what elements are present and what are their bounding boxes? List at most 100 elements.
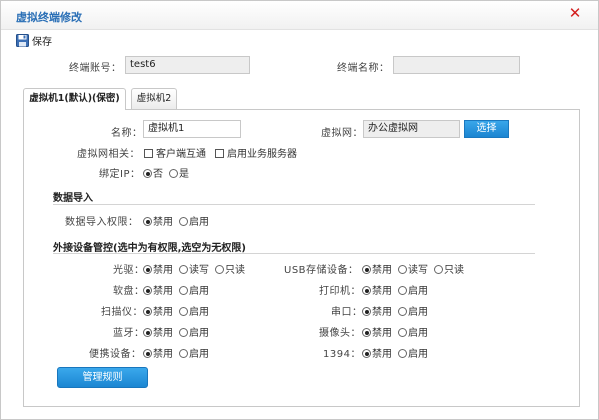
manage-rules-button[interactable]: 管理规则 (57, 367, 148, 388)
disable-label: 禁用 (153, 217, 173, 228)
save-label: 保存 (32, 37, 52, 48)
radio-dot (398, 265, 407, 274)
enable-label: 启用 (189, 349, 209, 360)
radio-dot (179, 217, 188, 226)
vm-name-field[interactable]: 虚拟机1 (143, 120, 241, 138)
bind-ip-no-label: 否 (153, 169, 163, 180)
radio-dot (398, 349, 407, 358)
business-server-label: 启用业务服务器 (227, 149, 297, 160)
toolbar: 保存 (1, 31, 598, 51)
radio-dot (179, 286, 188, 295)
bluetooth-enable-radio[interactable]: 启用 (179, 324, 209, 339)
disable-label: 禁用 (153, 349, 173, 360)
enable-label: 启用 (189, 286, 209, 297)
scanner-label: 扫描仪： (101, 307, 143, 318)
optical-readwrite-radio[interactable]: 读写 (179, 261, 209, 276)
camera-label: 摄像头： (319, 328, 361, 339)
data-import-perm-label: 数据导入权限： (65, 217, 139, 228)
radio-dot (143, 217, 152, 226)
radio-dot (143, 328, 152, 337)
disable-label: 禁用 (153, 265, 173, 276)
radio-dot (362, 349, 371, 358)
printer-label: 打印机： (319, 286, 361, 297)
camera-enable-radio[interactable]: 启用 (398, 324, 428, 339)
portable-enable-radio[interactable]: 启用 (179, 345, 209, 360)
radio-dot (179, 307, 188, 316)
scanner-disable-radio[interactable]: 禁用 (143, 303, 173, 318)
radio-dot (179, 328, 188, 337)
radio-dot (215, 265, 224, 274)
radio-dot (434, 265, 443, 274)
radio-dot (362, 286, 371, 295)
readonly-label: 只读 (225, 265, 245, 276)
divider (53, 204, 535, 205)
disable-label: 禁用 (372, 328, 392, 339)
usb-readonly-radio[interactable]: 只读 (434, 261, 464, 276)
readwrite-label: 读写 (408, 265, 428, 276)
serial-disable-radio[interactable]: 禁用 (362, 303, 392, 318)
business-server-checkbox[interactable]: 启用业务服务器 (215, 145, 297, 160)
bind-ip-label: 绑定IP： (99, 169, 141, 180)
bluetooth-disable-radio[interactable]: 禁用 (143, 324, 173, 339)
usb-readwrite-radio[interactable]: 读写 (398, 261, 428, 276)
floppy-disable-radio[interactable]: 禁用 (143, 282, 173, 297)
usb-disable-radio[interactable]: 禁用 (362, 261, 392, 276)
close-icon[interactable]: ✕ (566, 4, 584, 22)
optical-disable-radio[interactable]: 禁用 (143, 261, 173, 276)
radio-dot (398, 286, 407, 295)
scanner-enable-radio[interactable]: 启用 (179, 303, 209, 318)
network-related-label: 虚拟网相关： (77, 149, 140, 160)
dialog-title: 虚拟终端修改 (16, 11, 82, 24)
disable-label: 禁用 (153, 286, 173, 297)
select-network-button[interactable]: 选择 (464, 120, 509, 138)
serial-enable-radio[interactable]: 启用 (398, 303, 428, 318)
client-interop-checkbox[interactable]: 客户端互通 (144, 145, 206, 160)
enable-label: 启用 (189, 217, 209, 228)
divider (53, 253, 535, 254)
checkbox-box (144, 149, 153, 158)
disable-label: 禁用 (372, 349, 392, 360)
radio-dot (362, 307, 371, 316)
printer-enable-radio[interactable]: 启用 (398, 282, 428, 297)
checkbox-box (215, 149, 224, 158)
bind-ip-no-radio[interactable]: 否 (143, 165, 163, 180)
account-label: 终端账号： (69, 63, 122, 74)
enable-label: 启用 (408, 286, 428, 297)
readonly-label: 只读 (444, 265, 464, 276)
tab-vm1[interactable]: 虚拟机1(默认)(保密) (23, 88, 126, 110)
radio-dot (179, 349, 188, 358)
save-button[interactable]: 保存 (16, 32, 52, 49)
radio-dot (143, 349, 152, 358)
ieee1394-label: 1394： (323, 349, 361, 360)
radio-dot (143, 265, 152, 274)
disable-label: 禁用 (153, 307, 173, 318)
portable-disable-radio[interactable]: 禁用 (143, 345, 173, 360)
disable-label: 禁用 (372, 286, 392, 297)
radio-dot (398, 328, 407, 337)
radio-dot (169, 169, 178, 178)
tab-vm2[interactable]: 虚拟机2 (131, 88, 177, 109)
account-field[interactable]: test6 (125, 56, 250, 74)
data-import-enable-radio[interactable]: 启用 (179, 213, 209, 228)
data-import-section-title: 数据导入 (53, 193, 93, 204)
data-import-disable-radio[interactable]: 禁用 (143, 213, 173, 228)
usb-storage-label: USB存储设备： (284, 265, 359, 276)
disable-label: 禁用 (372, 307, 392, 318)
disable-label: 禁用 (153, 328, 173, 339)
printer-disable-radio[interactable]: 禁用 (362, 282, 392, 297)
ieee1394-enable-radio[interactable]: 启用 (398, 345, 428, 360)
ieee1394-disable-radio[interactable]: 禁用 (362, 345, 392, 360)
floppy-enable-radio[interactable]: 启用 (179, 282, 209, 297)
camera-disable-radio[interactable]: 禁用 (362, 324, 392, 339)
vm-network-label: 虚拟网： (321, 128, 363, 139)
radio-dot (143, 169, 152, 178)
optical-readonly-radio[interactable]: 只读 (215, 261, 245, 276)
bind-ip-yes-radio[interactable]: 是 (169, 165, 189, 180)
portable-device-label: 便携设备： (89, 349, 142, 360)
radio-dot (398, 307, 407, 316)
readwrite-label: 读写 (189, 265, 209, 276)
floppy-disk-icon (16, 34, 29, 47)
terminal-name-field[interactable] (393, 56, 520, 74)
radio-dot (362, 265, 371, 274)
vm-network-field[interactable]: 办公虚拟网 (363, 120, 460, 138)
